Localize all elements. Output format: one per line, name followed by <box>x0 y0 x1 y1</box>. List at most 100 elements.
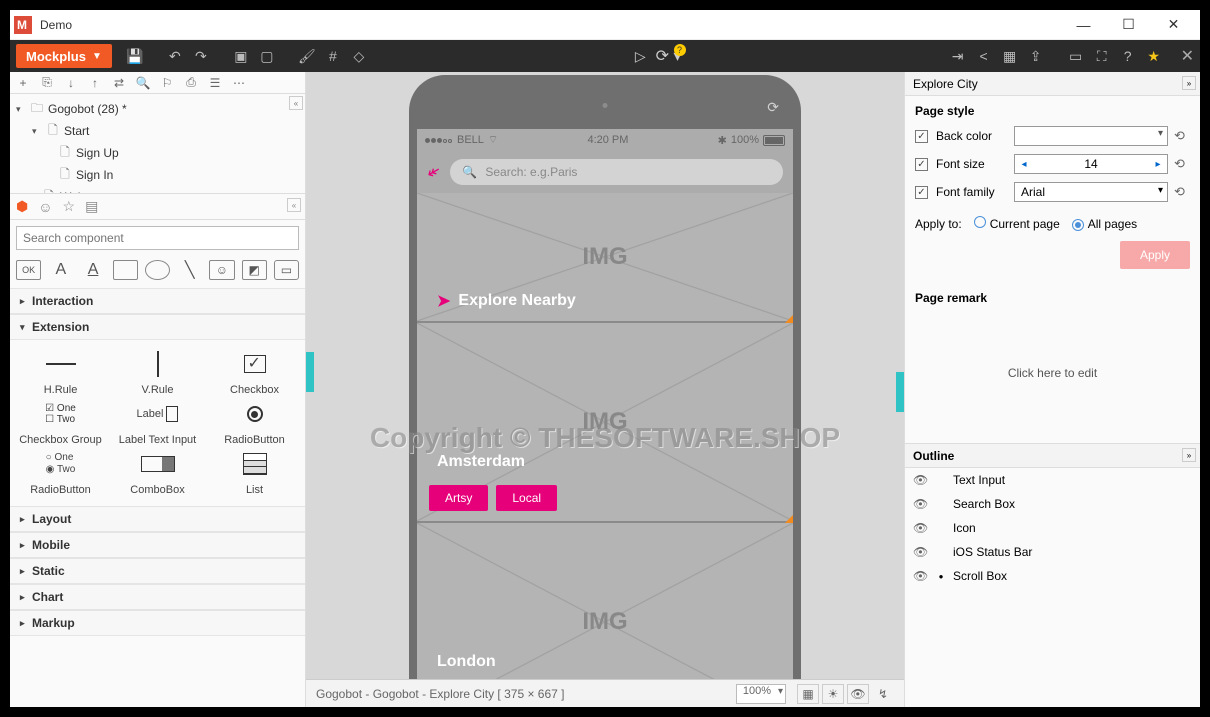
comp-combobox[interactable]: ComboBox <box>111 450 204 496</box>
tab-widget-icon[interactable]: ▤ <box>85 198 98 215</box>
down-icon[interactable]: ↓ <box>62 76 80 90</box>
accordion-static[interactable]: ▸Static <box>10 558 305 584</box>
shape-text-icon[interactable]: A <box>48 260 73 280</box>
comp-checkbox-group[interactable]: ☑ One ☐ TwoCheckbox Group <box>14 400 107 446</box>
grid4-icon[interactable]: ▦ <box>997 43 1023 69</box>
comp-collapse-icon[interactable]: « <box>287 198 301 212</box>
sync-icon[interactable]: ⟳? ▾ <box>656 46 682 66</box>
paint-icon[interactable]: 🖌 <box>294 43 320 69</box>
eye-icon[interactable]: 👁 <box>913 473 929 487</box>
shape-circle-icon[interactable] <box>145 260 170 280</box>
comp-hrule[interactable]: H.Rule <box>14 350 107 396</box>
redo-icon[interactable]: ↷ <box>188 43 214 69</box>
shape-underline-icon[interactable]: A <box>80 260 105 280</box>
shape-smile-icon[interactable]: ☺ <box>209 260 234 280</box>
backcolor-field[interactable] <box>1014 126 1168 146</box>
close-button[interactable]: ✕ <box>1151 11 1196 39</box>
share-icon[interactable]: < <box>971 43 997 69</box>
outline-item[interactable]: 👁iOS Status Bar <box>905 540 1200 564</box>
outline-item[interactable]: 👁Search Box <box>905 492 1200 516</box>
group-icon[interactable]: ▣ <box>228 43 254 69</box>
print-icon[interactable]: ⎙ <box>182 75 200 90</box>
left-panel-handle[interactable] <box>306 352 314 392</box>
fullscreen-icon[interactable]: ⛶ <box>1089 43 1115 69</box>
backcolor-checkbox[interactable]: ✓ <box>915 130 928 143</box>
shape-battery-icon[interactable]: ▭ <box>274 260 299 280</box>
outline-item[interactable]: 👁Icon <box>905 516 1200 540</box>
flag-icon[interactable]: ⚐ <box>158 76 176 90</box>
settings-icon[interactable]: ↯ <box>872 684 894 704</box>
grid-icon[interactable]: # <box>320 43 346 69</box>
accordion-interaction[interactable]: ▸Interaction <box>10 288 305 314</box>
comp-list[interactable]: List <box>208 450 301 496</box>
save-icon[interactable]: 💾 <box>122 43 148 69</box>
search-icon[interactable]: 🔍 <box>134 76 152 90</box>
remark-editor[interactable]: Click here to edit <box>915 313 1190 433</box>
right-panel-handle[interactable] <box>896 372 904 412</box>
component-search-input[interactable] <box>16 226 299 250</box>
shape-ok-icon[interactable]: OK <box>16 260 41 280</box>
brightness-icon[interactable]: ☀ <box>822 684 844 704</box>
comp-radiobutton[interactable]: RadioButton <box>208 400 301 446</box>
more-icon[interactable]: ⋯ <box>230 76 248 90</box>
panel-close-icon[interactable]: ✕ <box>1181 46 1194 66</box>
zoom-select[interactable]: 100% <box>736 684 786 704</box>
reset-icon[interactable]: ⟲ <box>1174 184 1190 200</box>
add-icon[interactable]: + <box>14 76 32 90</box>
eye-icon[interactable]: 👁 <box>913 545 929 559</box>
eye-icon[interactable]: 👁 <box>913 497 929 511</box>
undo-icon[interactable]: ↶ <box>162 43 188 69</box>
eye-icon[interactable]: 👁 <box>913 569 929 583</box>
list-icon[interactable]: ☰ <box>206 76 224 90</box>
search-box[interactable]: 🔍 Search: e.g.Paris <box>450 159 783 185</box>
play-icon[interactable]: ▷ <box>635 48 646 65</box>
page-tree[interactable]: « ▾🗀Gogobot (28) * ▾🗋Start 🗋Sign Up 🗋Sig… <box>10 94 305 194</box>
tab-components-icon[interactable]: ⬢ <box>16 198 28 215</box>
rotate-icon[interactable]: ⟳ <box>767 99 779 116</box>
city-amsterdam[interactable]: IMG Amsterdam Artsy Local <box>417 323 793 523</box>
brand-menu[interactable]: Mockplus▼ <box>16 44 112 68</box>
bucket-icon[interactable]: ◇ <box>346 43 372 69</box>
back-icon[interactable]: ↞ <box>423 160 445 184</box>
comp-checkbox[interactable]: Checkbox <box>208 350 301 396</box>
accordion-mobile[interactable]: ▸Mobile <box>10 532 305 558</box>
radio-all-pages[interactable]: All pages <box>1072 217 1137 231</box>
outline-item[interactable]: 👁●Scroll Box <box>905 564 1200 588</box>
minimize-button[interactable]: — <box>1061 11 1106 39</box>
snap-icon[interactable]: ▦ <box>797 684 819 704</box>
shape-image-icon[interactable]: ◩ <box>242 260 267 280</box>
fontfamily-checkbox[interactable]: ✓ <box>915 186 928 199</box>
fontfamily-select[interactable]: Arial <box>1014 182 1168 202</box>
fontsize-spinner[interactable]: ◂14▸ <box>1014 154 1168 174</box>
tag-local[interactable]: Local <box>496 485 557 511</box>
shape-line-icon[interactable]: ╲ <box>177 260 202 280</box>
comp-vrule[interactable]: V.Rule <box>111 350 204 396</box>
apply-button[interactable]: Apply <box>1120 241 1190 269</box>
help-icon[interactable]: ? <box>1115 43 1141 69</box>
shape-rect-icon[interactable] <box>113 260 138 280</box>
preview-icon[interactable]: 👁 <box>847 684 869 704</box>
explore-section[interactable]: IMG ➤Explore Nearby <box>417 193 793 323</box>
accordion-layout[interactable]: ▸Layout <box>10 506 305 532</box>
publish-icon[interactable]: ⇪ <box>1023 43 1049 69</box>
props-collapse-icon[interactable]: » <box>1182 76 1196 90</box>
maximize-button[interactable]: ☐ <box>1106 11 1151 39</box>
accordion-markup[interactable]: ▸Markup <box>10 610 305 636</box>
up-icon[interactable]: ↑ <box>86 76 104 90</box>
eye-icon[interactable]: 👁 <box>913 521 929 535</box>
export-icon[interactable]: ⇥ <box>945 43 971 69</box>
tab-emoji-icon[interactable]: ☺ <box>38 199 52 215</box>
comp-label-input[interactable]: LabelLabel Text Input <box>111 400 204 446</box>
reset-icon[interactable]: ⟲ <box>1174 128 1190 144</box>
star-icon[interactable]: ★ <box>1141 43 1167 69</box>
comp-radio-group[interactable]: ○ One ◉ TwoRadioButton <box>14 450 107 496</box>
copy-icon[interactable]: ⎘ <box>38 75 56 90</box>
tree-collapse-icon[interactable]: « <box>289 96 303 110</box>
radio-current-page[interactable]: Current page <box>974 216 1060 231</box>
fontsize-checkbox[interactable]: ✓ <box>915 158 928 171</box>
device-icon[interactable]: ▭ <box>1063 43 1089 69</box>
tab-star-icon[interactable]: ☆ <box>63 198 76 215</box>
tag-artsy[interactable]: Artsy <box>429 485 488 511</box>
ungroup-icon[interactable]: ▢ <box>254 43 280 69</box>
outline-item[interactable]: 👁Text Input <box>905 468 1200 492</box>
